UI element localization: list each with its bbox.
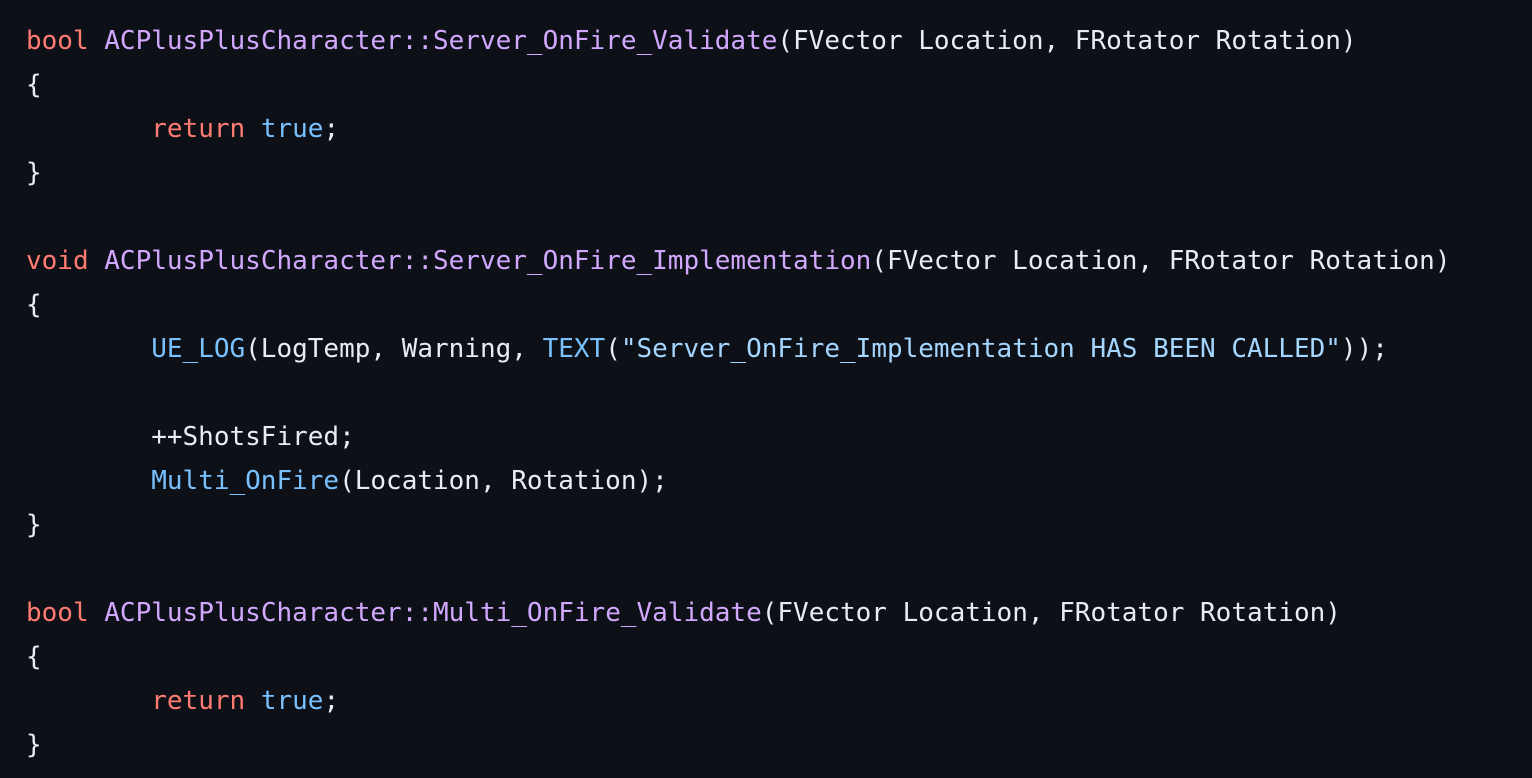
code-text-token: (LogTemp, Warning,	[245, 334, 543, 364]
code-line: return true;	[26, 107, 1532, 151]
code-line: {	[26, 283, 1532, 327]
identifier-token: true	[260, 114, 324, 144]
code-text-token: (Location, Rotation);	[339, 466, 668, 496]
code-line: ​	[26, 371, 1532, 415]
code-text-token: ;	[323, 114, 340, 144]
code-line: bool ACPlusPlusCharacter::Server_OnFire_…	[26, 19, 1532, 63]
code-line: ​	[26, 195, 1532, 239]
code-line: {	[26, 63, 1532, 107]
code-text-token: (	[605, 334, 621, 364]
identifier-token: UE_LOG	[151, 334, 246, 364]
code-text-token: }	[26, 158, 42, 188]
keyword-token: return	[151, 686, 246, 716]
identifier-token: Multi_OnFire	[151, 466, 340, 496]
string-literal-token: "Server_OnFire_Implementation HAS BEEN C…	[620, 334, 1341, 364]
code-block[interactable]: bool ACPlusPlusCharacter::Server_OnFire_…	[0, 0, 1532, 778]
keyword-token: return	[151, 114, 246, 144]
function-name-token: ACPlusPlusCharacter::Multi_OnFire_Valida…	[104, 598, 762, 628]
code-line: }	[26, 503, 1532, 547]
keyword-token: bool	[26, 598, 89, 628]
function-name-token: ACPlusPlusCharacter::Server_OnFire_Valid…	[104, 26, 778, 56]
keyword-token: bool	[26, 26, 89, 56]
code-text-token: {	[26, 70, 42, 100]
code-line: void ACPlusPlusCharacter::Server_OnFire_…	[26, 239, 1532, 283]
code-line: ​	[26, 547, 1532, 591]
code-line: Multi_OnFire(Location, Rotation);	[26, 459, 1532, 503]
code-line: bool ACPlusPlusCharacter::Multi_OnFire_V…	[26, 591, 1532, 635]
code-lines: bool ACPlusPlusCharacter::Server_OnFire_…	[26, 19, 1532, 767]
code-text-token: }	[26, 730, 42, 760]
identifier-token: TEXT	[542, 334, 606, 364]
code-text-token: {	[26, 642, 42, 672]
code-line: }	[26, 151, 1532, 195]
code-text-token: (FVector Location, FRotator Rotation)	[777, 26, 1357, 56]
code-line: UE_LOG(LogTemp, Warning, TEXT("Server_On…	[26, 327, 1532, 371]
identifier-token: true	[260, 686, 324, 716]
code-text-token: ));	[1340, 334, 1388, 364]
keyword-token: void	[26, 246, 89, 276]
code-text-token: (FVector Location, FRotator Rotation)	[871, 246, 1451, 276]
code-line: }	[26, 723, 1532, 767]
code-text-token: {	[26, 290, 42, 320]
code-line: return true;	[26, 679, 1532, 723]
function-name-token: ACPlusPlusCharacter::Server_OnFire_Imple…	[104, 246, 872, 276]
code-text-token: (FVector Location, FRotator Rotation)	[761, 598, 1341, 628]
code-text-token: ;	[323, 686, 340, 716]
code-line: {	[26, 635, 1532, 679]
code-text-token: ++ShotsFired;	[26, 422, 355, 452]
code-line: ++ShotsFired;	[26, 415, 1532, 459]
code-text-token: }	[26, 510, 42, 540]
